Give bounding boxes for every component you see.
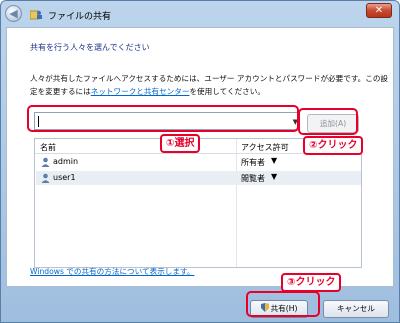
permission-level[interactable]: 閲覧者 xyxy=(241,173,265,184)
page-heading: 共有を行う人々を選んでください xyxy=(30,43,150,52)
user-icon xyxy=(41,157,50,167)
step1-callout: ①選択 xyxy=(160,134,201,153)
back-arrow-icon[interactable]: ◀ xyxy=(5,5,22,22)
column-header-name[interactable]: 名前 xyxy=(40,142,56,153)
step2-callout: ②クリック xyxy=(303,136,364,155)
permission-level[interactable]: 所有者 xyxy=(241,157,265,168)
step3-callout: ③クリック xyxy=(281,273,342,292)
user-name: user1 xyxy=(53,173,76,182)
sharing-user-table: 名前 アクセス許可 admin 所有者 ▼ user1 閲覧者 ▼ xyxy=(34,138,362,268)
window-title: ファイルの共有 xyxy=(48,12,112,22)
chevron-down-icon[interactable]: ▼ xyxy=(271,172,277,181)
step2-highlight xyxy=(298,108,358,135)
description-text: 人々が共有したファイルへアクセスするためには、ユーザー アカウントとパスワードが… xyxy=(30,72,390,98)
table-row-user1[interactable]: user1 閲覧者 ▼ xyxy=(36,171,361,185)
step1-highlight xyxy=(27,105,299,132)
title-bar: ◀ ファイルの共有 ✕ xyxy=(1,1,399,27)
sharing-help-link[interactable]: Windows での共有の方法について表示します。 xyxy=(30,266,194,277)
close-button[interactable]: ✕ xyxy=(366,3,392,18)
user-name: admin xyxy=(53,157,79,166)
step3-highlight xyxy=(246,291,320,317)
network-center-link[interactable]: ネットワークと共有センター xyxy=(91,87,190,96)
sharing-icon xyxy=(30,10,42,20)
dialog-content: 共有を行う人々を選んでください 人々が共有したファイルへアクセスするためには、ユ… xyxy=(6,27,394,287)
chevron-down-icon[interactable]: ▼ xyxy=(271,156,277,165)
cancel-button[interactable]: キャンセル xyxy=(323,300,389,318)
table-row-admin[interactable]: admin 所有者 ▼ xyxy=(36,155,361,169)
column-header-access[interactable]: アクセス許可 xyxy=(241,142,289,153)
description-part2: を使用してください。 xyxy=(189,87,265,96)
user-icon xyxy=(41,173,50,183)
